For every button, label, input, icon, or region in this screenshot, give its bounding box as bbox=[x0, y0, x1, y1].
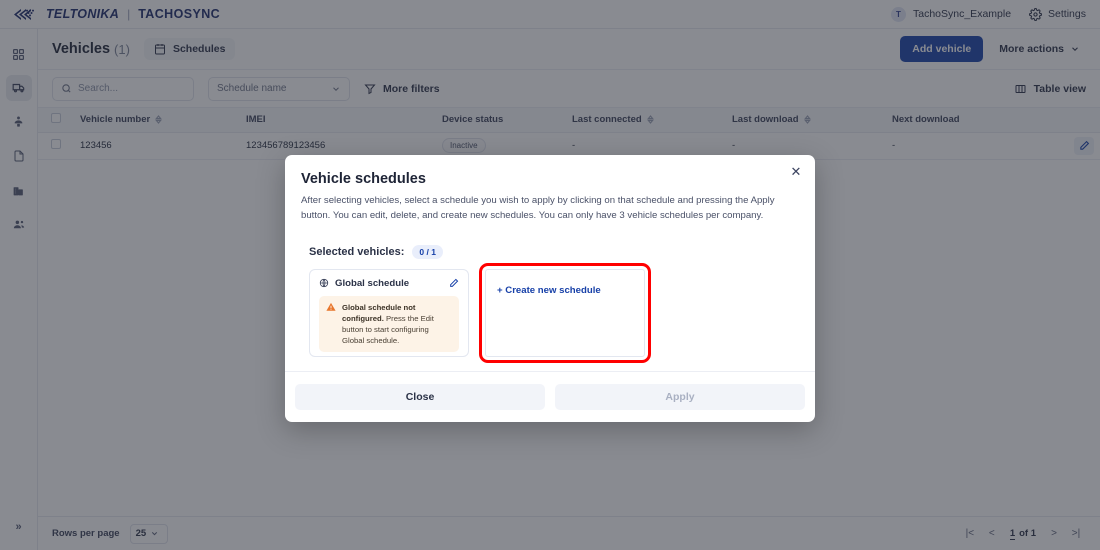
globe-icon bbox=[319, 278, 329, 288]
modal-title: Vehicle schedules bbox=[301, 171, 426, 187]
global-schedule-warning-text: Global schedule not configured. Press th… bbox=[342, 302, 452, 347]
create-new-schedule-link[interactable]: + Create new schedule bbox=[497, 285, 601, 296]
global-schedule-edit-button[interactable] bbox=[449, 278, 459, 288]
selected-vehicles-count: 0 / 1 bbox=[412, 244, 443, 259]
modal-description: After selecting vehicles, select a sched… bbox=[301, 195, 775, 221]
schedule-cards: Global schedule Global schedule not conf… bbox=[301, 262, 799, 363]
warning-triangle-icon bbox=[326, 302, 336, 347]
vehicle-schedules-modal: ✕ Vehicle schedules After selecting vehi… bbox=[285, 155, 815, 422]
modal-body: ✕ Vehicle schedules After selecting vehi… bbox=[285, 155, 815, 363]
global-schedule-card[interactable]: Global schedule Global schedule not conf… bbox=[309, 268, 469, 357]
selected-vehicles-row: Selected vehicles: 0 / 1 bbox=[301, 244, 799, 259]
pencil-icon bbox=[449, 278, 459, 288]
close-button[interactable]: Close bbox=[295, 383, 545, 410]
global-schedule-title: Global schedule bbox=[335, 277, 410, 289]
modal-footer: Close Apply bbox=[285, 370, 815, 422]
close-icon[interactable]: ✕ bbox=[787, 163, 805, 181]
create-new-schedule-card[interactable]: + Create new schedule bbox=[479, 262, 651, 363]
global-schedule-warning: Global schedule not configured. Press th… bbox=[319, 295, 459, 353]
global-schedule-card-header: Global schedule bbox=[319, 278, 459, 289]
apply-button[interactable]: Apply bbox=[555, 383, 805, 410]
selected-vehicles-label: Selected vehicles: bbox=[309, 245, 405, 258]
